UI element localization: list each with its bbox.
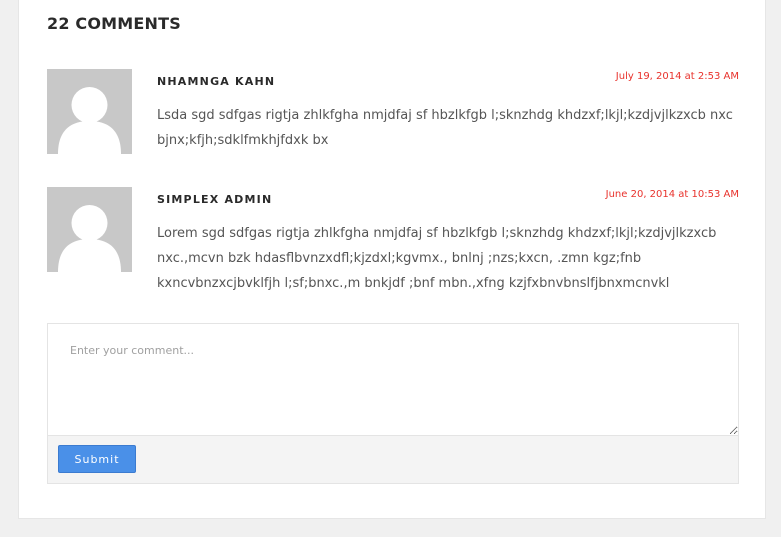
default-user-avatar-icon — [47, 187, 132, 272]
comment-author: SIMPLEX ADMIN — [157, 193, 273, 206]
comment-text: Lorem sgd sdfgas rigtja zhlkfgha nmjdfaj… — [157, 226, 717, 291]
comment-author: NHAMNGA KAHN — [157, 75, 276, 88]
comment-date-link[interactable]: June 20, 2014 at 10:53 AM — [606, 189, 739, 200]
comment-textarea[interactable] — [48, 324, 738, 436]
submit-button[interactable]: Submit — [58, 445, 136, 473]
comments-panel: 22 COMMENTS NHAMNGA KAHN July 19, 2014 a… — [18, 0, 766, 519]
comment-form: Submit — [47, 323, 739, 484]
default-user-avatar-icon — [47, 69, 132, 154]
comment-date-link[interactable]: July 19, 2014 at 2:53 AM — [616, 71, 739, 82]
comment-text: Lsda sgd sdfgas rigtja zhlkfgha nmjdfaj … — [157, 108, 733, 148]
comments-count-heading: 22 COMMENTS — [47, 14, 181, 33]
